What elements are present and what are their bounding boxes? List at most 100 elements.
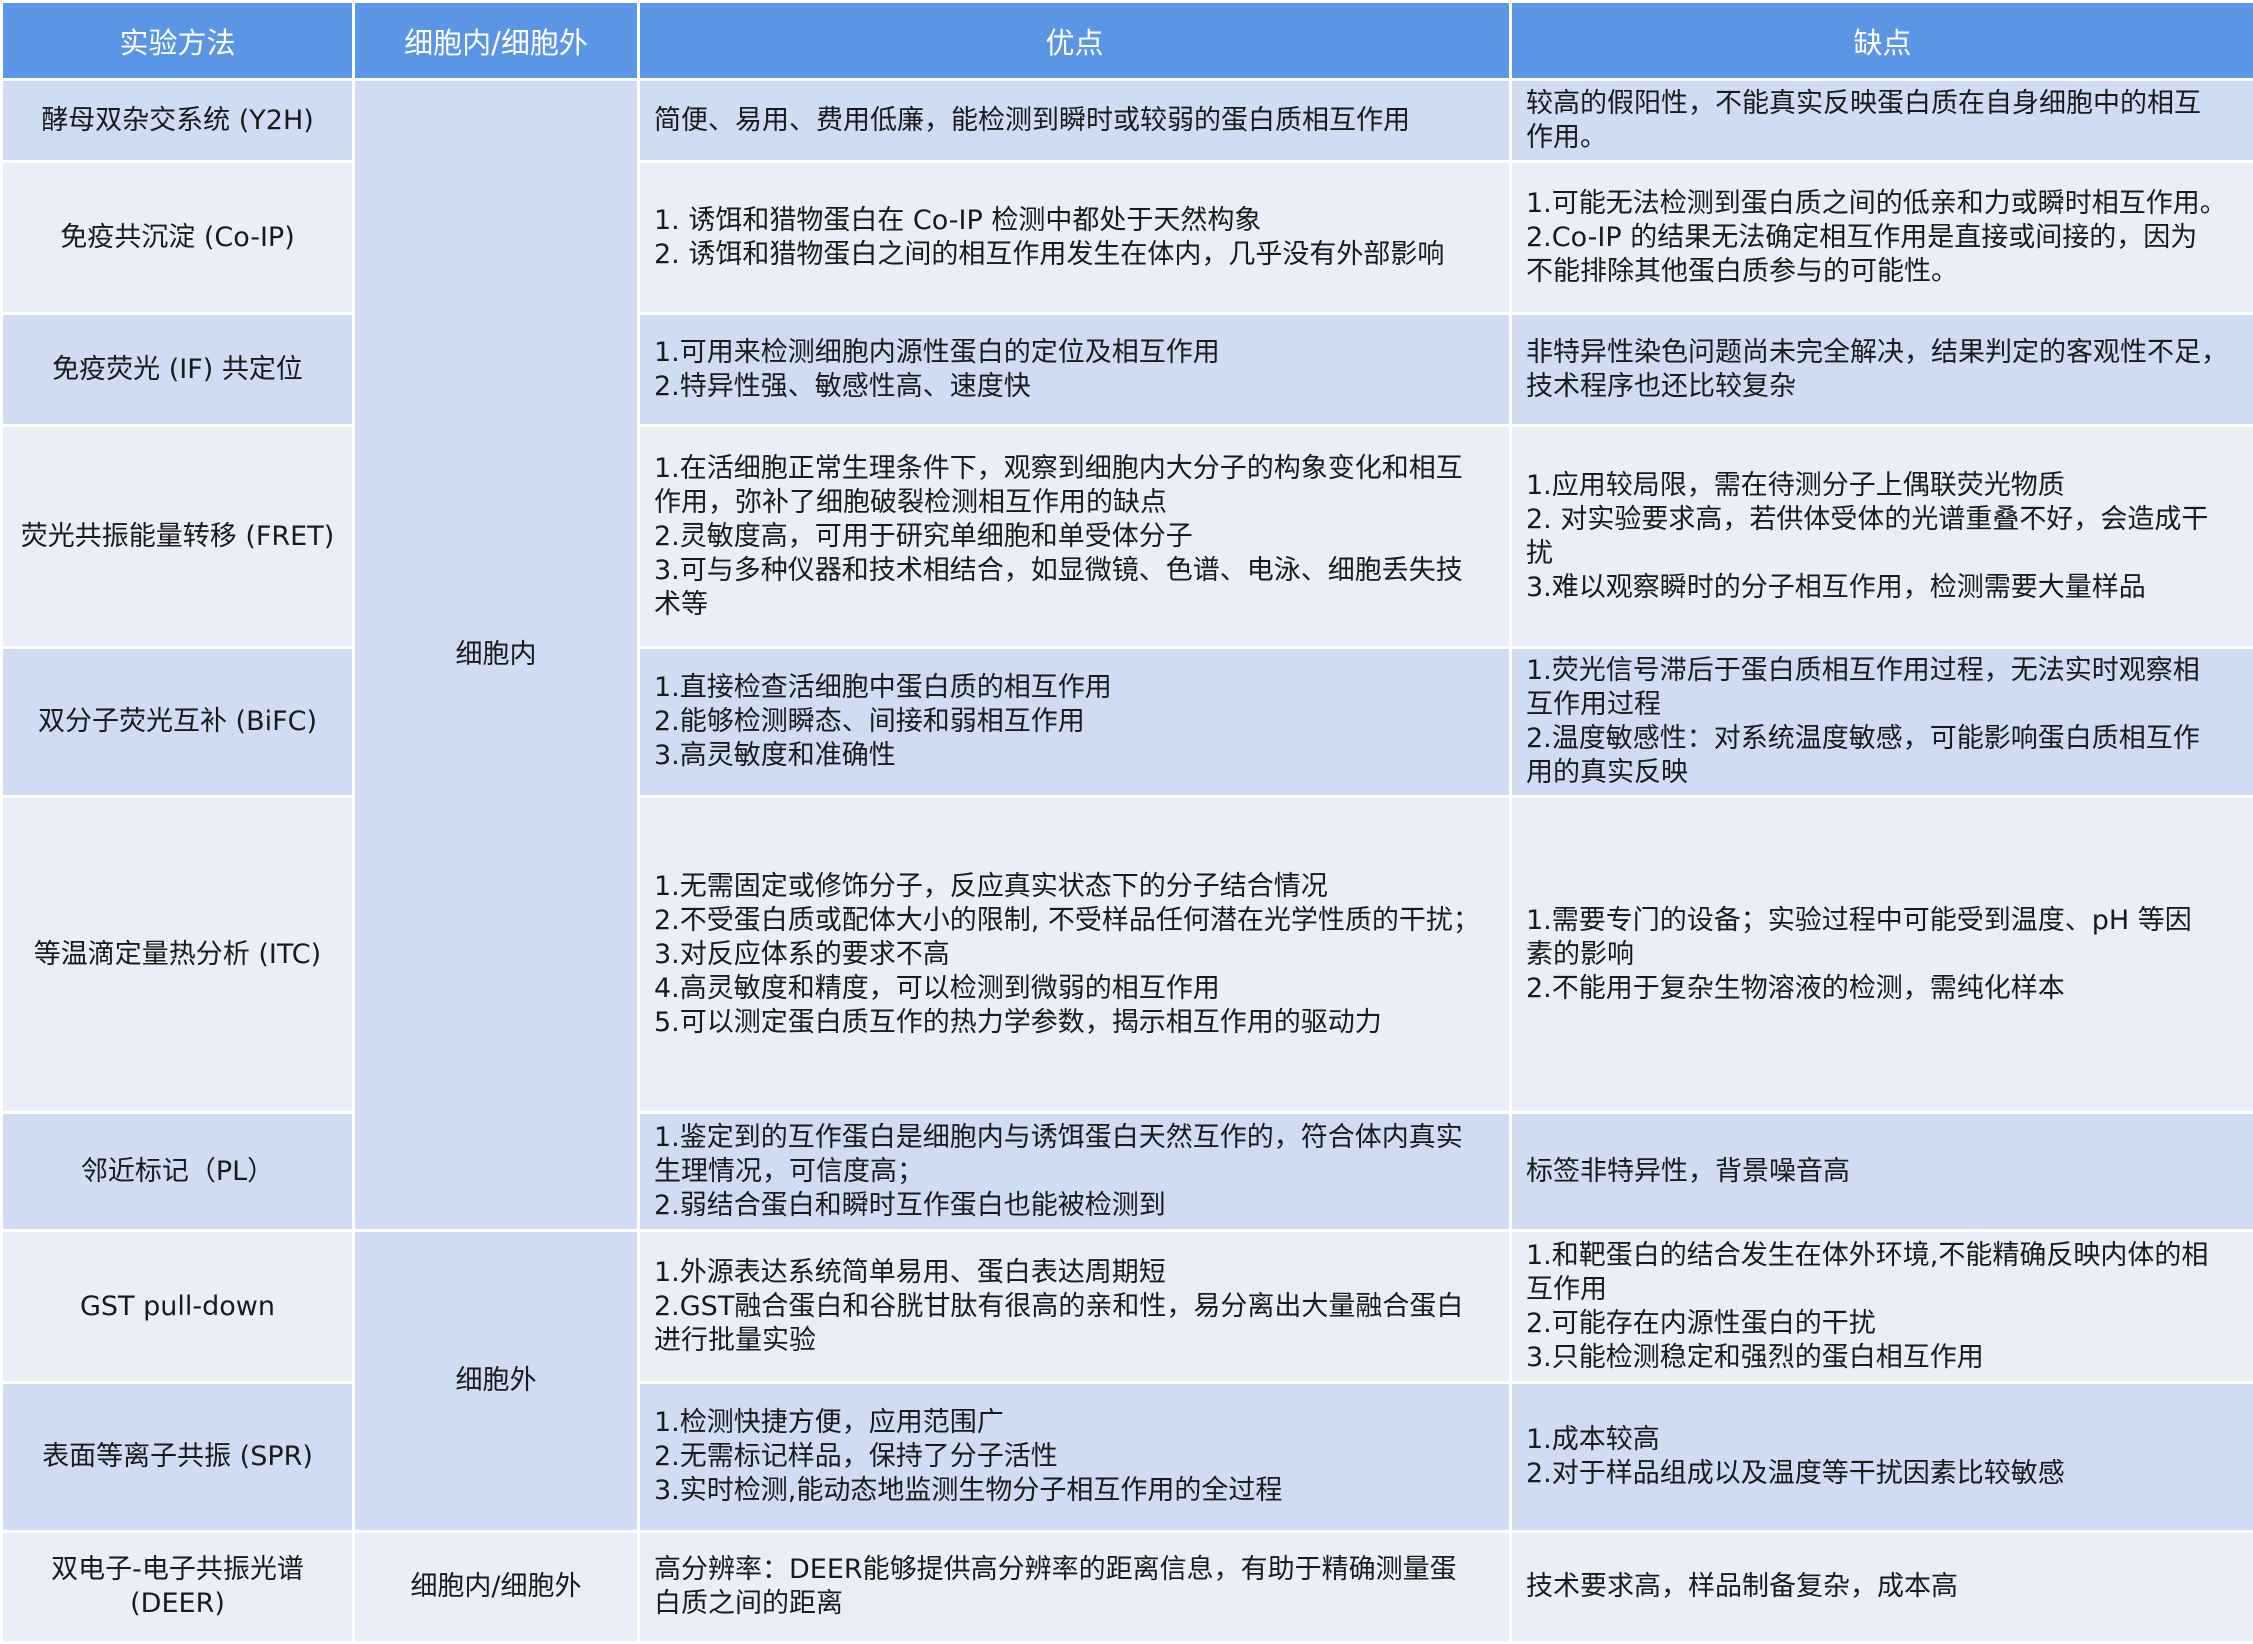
pros-line: 3.高灵敏度和准确性 xyxy=(654,739,1495,773)
pros-line: 1.可用来检测细胞内源性蛋白的定位及相互作用 xyxy=(654,336,1495,370)
header-pros: 优点 xyxy=(639,2,1511,80)
ppi-methods-table: 实验方法 细胞内/细胞外 优点 缺点 酵母双杂交系统 (Y2H) 细胞内 简便、… xyxy=(0,0,2253,1644)
cons-line: 2. 对实验要求高，若供体受体的光谱重叠不好，会造成干 xyxy=(1526,503,2239,537)
pros-line: 高分辨率：DEER能够提供高分辨率的距离信息，有助于精确测量蛋 xyxy=(654,1553,1495,1587)
cons-cell: 非特异性染色问题尚未完全解决，结果判定的客观性不足， 技术程序也还比较复杂 xyxy=(1511,314,2253,426)
cons-cell: 技术要求高，样品制备复杂，成本高 xyxy=(1511,1532,2253,1643)
pros-line: 1.检测快捷方便，应用范围广 xyxy=(654,1406,1495,1440)
cons-line: 1.荧光信号滞后于蛋白质相互作用过程，无法实时观察相 xyxy=(1526,654,2239,688)
pros-line: 5.可以测定蛋白质互作的热力学参数，揭示相互作用的驱动力 xyxy=(654,1006,1495,1040)
cons-cell: 1.成本较高 2.对于样品组成以及温度等干扰因素比较敏感 xyxy=(1511,1383,2253,1532)
table-row: GST pull-down 细胞外 1.外源表达系统简单易用、蛋白表达周期短 2… xyxy=(2,1231,2253,1383)
location-cell-intracellular: 细胞内 xyxy=(354,80,639,1231)
cons-line: 1.成本较高 xyxy=(1526,1423,2239,1457)
pros-line: 2. 诱饵和猎物蛋白之间的相互作用发生在体内，几乎没有外部影响 xyxy=(654,238,1495,272)
cons-line: 2.对于样品组成以及温度等干扰因素比较敏感 xyxy=(1526,1457,2239,1491)
location-cell-extracellular: 细胞外 xyxy=(354,1231,639,1532)
pros-cell: 1.无需固定或修饰分子，反应真实状态下的分子结合情况 2.不受蛋白质或配体大小的… xyxy=(639,797,1511,1113)
cons-line: 1.应用较局限，需在待测分子上偶联荧光物质 xyxy=(1526,469,2239,503)
pros-line: 术等 xyxy=(654,588,1495,622)
pros-line: 进行批量实验 xyxy=(654,1324,1495,1358)
pros-line: 2.灵敏度高，可用于研究单细胞和单受体分子 xyxy=(654,520,1495,554)
cons-cell: 1.需要专门的设备；实验过程中可能受到温度、pH 等因 素的影响 2.不能用于复… xyxy=(1511,797,2253,1113)
cons-cell: 1.应用较局限，需在待测分子上偶联荧光物质 2. 对实验要求高，若供体受体的光谱… xyxy=(1511,426,2253,648)
pros-line: 1.无需固定或修饰分子，反应真实状态下的分子结合情况 xyxy=(654,870,1495,904)
method-cell: GST pull-down xyxy=(2,1231,354,1383)
pros-cell: 1.在活细胞正常生理条件下，观察到细胞内大分子的构象变化和相互 作用，弥补了细胞… xyxy=(639,426,1511,648)
cons-line: 技术要求高，样品制备复杂，成本高 xyxy=(1526,1570,2239,1604)
pros-line: 作用，弥补了细胞破裂检测相互作用的缺点 xyxy=(654,486,1495,520)
pros-cell: 1.鉴定到的互作蛋白是细胞内与诱饵蛋白天然互作的，符合体内真实 生理情况，可信度… xyxy=(639,1113,1511,1231)
pros-line: 2.GST融合蛋白和谷胱甘肽有很高的亲和性，易分离出大量融合蛋白 xyxy=(654,1290,1495,1324)
pros-cell: 1.直接检查活细胞中蛋白质的相互作用 2.能够检测瞬态、间接和弱相互作用 3.高… xyxy=(639,648,1511,797)
method-cell: 表面等离子共振 (SPR) xyxy=(2,1383,354,1532)
pros-cell: 1. 诱饵和猎物蛋白在 Co-IP 检测中都处于天然构象 2. 诱饵和猎物蛋白之… xyxy=(639,162,1511,314)
cons-line: 技术程序也还比较复杂 xyxy=(1526,370,2239,404)
method-cell: 邻近标记（PL） xyxy=(2,1113,354,1231)
method-cell: 免疫共沉淀 (Co-IP) xyxy=(2,162,354,314)
table-row: 双分子荧光互补 (BiFC) 1.直接检查活细胞中蛋白质的相互作用 2.能够检测… xyxy=(2,648,2253,797)
cons-cell: 1.荧光信号滞后于蛋白质相互作用过程，无法实时观察相 互作用过程 2.温度敏感性… xyxy=(1511,648,2253,797)
cons-line: 3.难以观察瞬时的分子相互作用，检测需要大量样品 xyxy=(1526,571,2239,605)
table-row: 邻近标记（PL） 1.鉴定到的互作蛋白是细胞内与诱饵蛋白天然互作的，符合体内真实… xyxy=(2,1113,2253,1231)
method-cell: 双电子-电子共振光谱 (DEER) xyxy=(2,1532,354,1643)
method-cell: 双分子荧光互补 (BiFC) xyxy=(2,648,354,797)
header-method: 实验方法 xyxy=(2,2,354,80)
comparison-table-container: 实验方法 细胞内/细胞外 优点 缺点 酵母双杂交系统 (Y2H) 细胞内 简便、… xyxy=(0,0,2253,1641)
header-location: 细胞内/细胞外 xyxy=(354,2,639,80)
cons-line: 1.需要专门的设备；实验过程中可能受到温度、pH 等因 xyxy=(1526,904,2239,938)
pros-line: 2.特异性强、敏感性高、速度快 xyxy=(654,370,1495,404)
pros-line: 白质之间的距离 xyxy=(654,1587,1495,1621)
pros-line: 3.可与多种仪器和技术相结合，如显微镜、色谱、电泳、细胞丢失技 xyxy=(654,554,1495,588)
cons-line: 2.Co-IP 的结果无法确定相互作用是直接或间接的，因为 xyxy=(1526,221,2239,255)
cons-line: 2.不能用于复杂生物溶液的检测，需纯化样本 xyxy=(1526,972,2239,1006)
pros-cell: 高分辨率：DEER能够提供高分辨率的距离信息，有助于精确测量蛋 白质之间的距离 xyxy=(639,1532,1511,1643)
cons-line: 不能排除其他蛋白质参与的可能性。 xyxy=(1526,255,2239,289)
pros-cell: 1.检测快捷方便，应用范围广 2.无需标记样品，保持了分子活性 3.实时检测,能… xyxy=(639,1383,1511,1532)
cons-line: 2.温度敏感性：对系统温度敏感，可能影响蛋白质相互作 xyxy=(1526,722,2239,756)
table-row: 表面等离子共振 (SPR) 1.检测快捷方便，应用范围广 2.无需标记样品，保持… xyxy=(2,1383,2253,1532)
cons-line: 非特异性染色问题尚未完全解决，结果判定的客观性不足， xyxy=(1526,336,2239,370)
method-line: (DEER) xyxy=(17,1587,338,1621)
pros-line: 3.对反应体系的要求不高 xyxy=(654,938,1495,972)
cons-line: 标签非特异性，背景噪音高 xyxy=(1526,1155,2239,1189)
pros-line: 2.不受蛋白质或配体大小的限制, 不受样品任何潜在光学性质的干扰； xyxy=(654,904,1495,938)
pros-line: 1.鉴定到的互作蛋白是细胞内与诱饵蛋白天然互作的，符合体内真实 xyxy=(654,1121,1495,1155)
pros-line: 4.高灵敏度和精度，可以检测到微弱的相互作用 xyxy=(654,972,1495,1006)
cons-line: 1.可能无法检测到蛋白质之间的低亲和力或瞬时相互作用。 xyxy=(1526,187,2239,221)
cons-line: 用的真实反映 xyxy=(1526,756,2239,790)
cons-line: 2.可能存在内源性蛋白的干扰 xyxy=(1526,1307,2239,1341)
cons-line: 扰 xyxy=(1526,537,2239,571)
pros-line: 2.弱结合蛋白和瞬时互作蛋白也能被检测到 xyxy=(654,1189,1495,1223)
cons-line: 作用。 xyxy=(1526,121,2239,155)
table-row: 酵母双杂交系统 (Y2H) 细胞内 简便、易用、费用低廉，能检测到瞬时或较弱的蛋… xyxy=(2,80,2253,162)
header-cons: 缺点 xyxy=(1511,2,2253,80)
method-cell: 荧光共振能量转移 (FRET) xyxy=(2,426,354,648)
cons-line: 1.和靶蛋白的结合发生在体外环境,不能精确反映内体的相 xyxy=(1526,1239,2239,1273)
method-line: 双电子-电子共振光谱 xyxy=(17,1553,338,1587)
method-cell: 免疫荧光 (IF) 共定位 xyxy=(2,314,354,426)
table-row: 免疫荧光 (IF) 共定位 1.可用来检测细胞内源性蛋白的定位及相互作用 2.特… xyxy=(2,314,2253,426)
cons-line: 素的影响 xyxy=(1526,938,2239,972)
pros-line: 3.实时检测,能动态地监测生物分子相互作用的全过程 xyxy=(654,1474,1495,1508)
cons-cell: 1.和靶蛋白的结合发生在体外环境,不能精确反映内体的相 互作用 2.可能存在内源… xyxy=(1511,1231,2253,1383)
pros-cell: 1.外源表达系统简单易用、蛋白表达周期短 2.GST融合蛋白和谷胱甘肽有很高的亲… xyxy=(639,1231,1511,1383)
location-cell-both: 细胞内/细胞外 xyxy=(354,1532,639,1643)
pros-line: 生理情况，可信度高； xyxy=(654,1155,1495,1189)
pros-line: 1.在活细胞正常生理条件下，观察到细胞内大分子的构象变化和相互 xyxy=(654,452,1495,486)
cons-cell: 标签非特异性，背景噪音高 xyxy=(1511,1113,2253,1231)
pros-line: 1.外源表达系统简单易用、蛋白表达周期短 xyxy=(654,1256,1495,1290)
pros-line: 1. 诱饵和猎物蛋白在 Co-IP 检测中都处于天然构象 xyxy=(654,204,1495,238)
pros-cell: 简便、易用、费用低廉，能检测到瞬时或较弱的蛋白质相互作用 xyxy=(639,80,1511,162)
pros-line: 1.直接检查活细胞中蛋白质的相互作用 xyxy=(654,671,1495,705)
pros-cell: 1.可用来检测细胞内源性蛋白的定位及相互作用 2.特异性强、敏感性高、速度快 xyxy=(639,314,1511,426)
cons-line: 互作用 xyxy=(1526,1273,2239,1307)
cons-line: 较高的假阳性，不能真实反映蛋白质在自身细胞中的相互 xyxy=(1526,87,2239,121)
cons-line: 3.只能检测稳定和强烈的蛋白相互作用 xyxy=(1526,1341,2239,1375)
table-row: 双电子-电子共振光谱 (DEER) 细胞内/细胞外 高分辨率：DEER能够提供高… xyxy=(2,1532,2253,1643)
cons-cell: 1.可能无法检测到蛋白质之间的低亲和力或瞬时相互作用。 2.Co-IP 的结果无… xyxy=(1511,162,2253,314)
table-row: 荧光共振能量转移 (FRET) 1.在活细胞正常生理条件下，观察到细胞内大分子的… xyxy=(2,426,2253,648)
pros-line: 2.能够检测瞬态、间接和弱相互作用 xyxy=(654,705,1495,739)
method-cell: 酵母双杂交系统 (Y2H) xyxy=(2,80,354,162)
cons-line: 互作用过程 xyxy=(1526,688,2239,722)
